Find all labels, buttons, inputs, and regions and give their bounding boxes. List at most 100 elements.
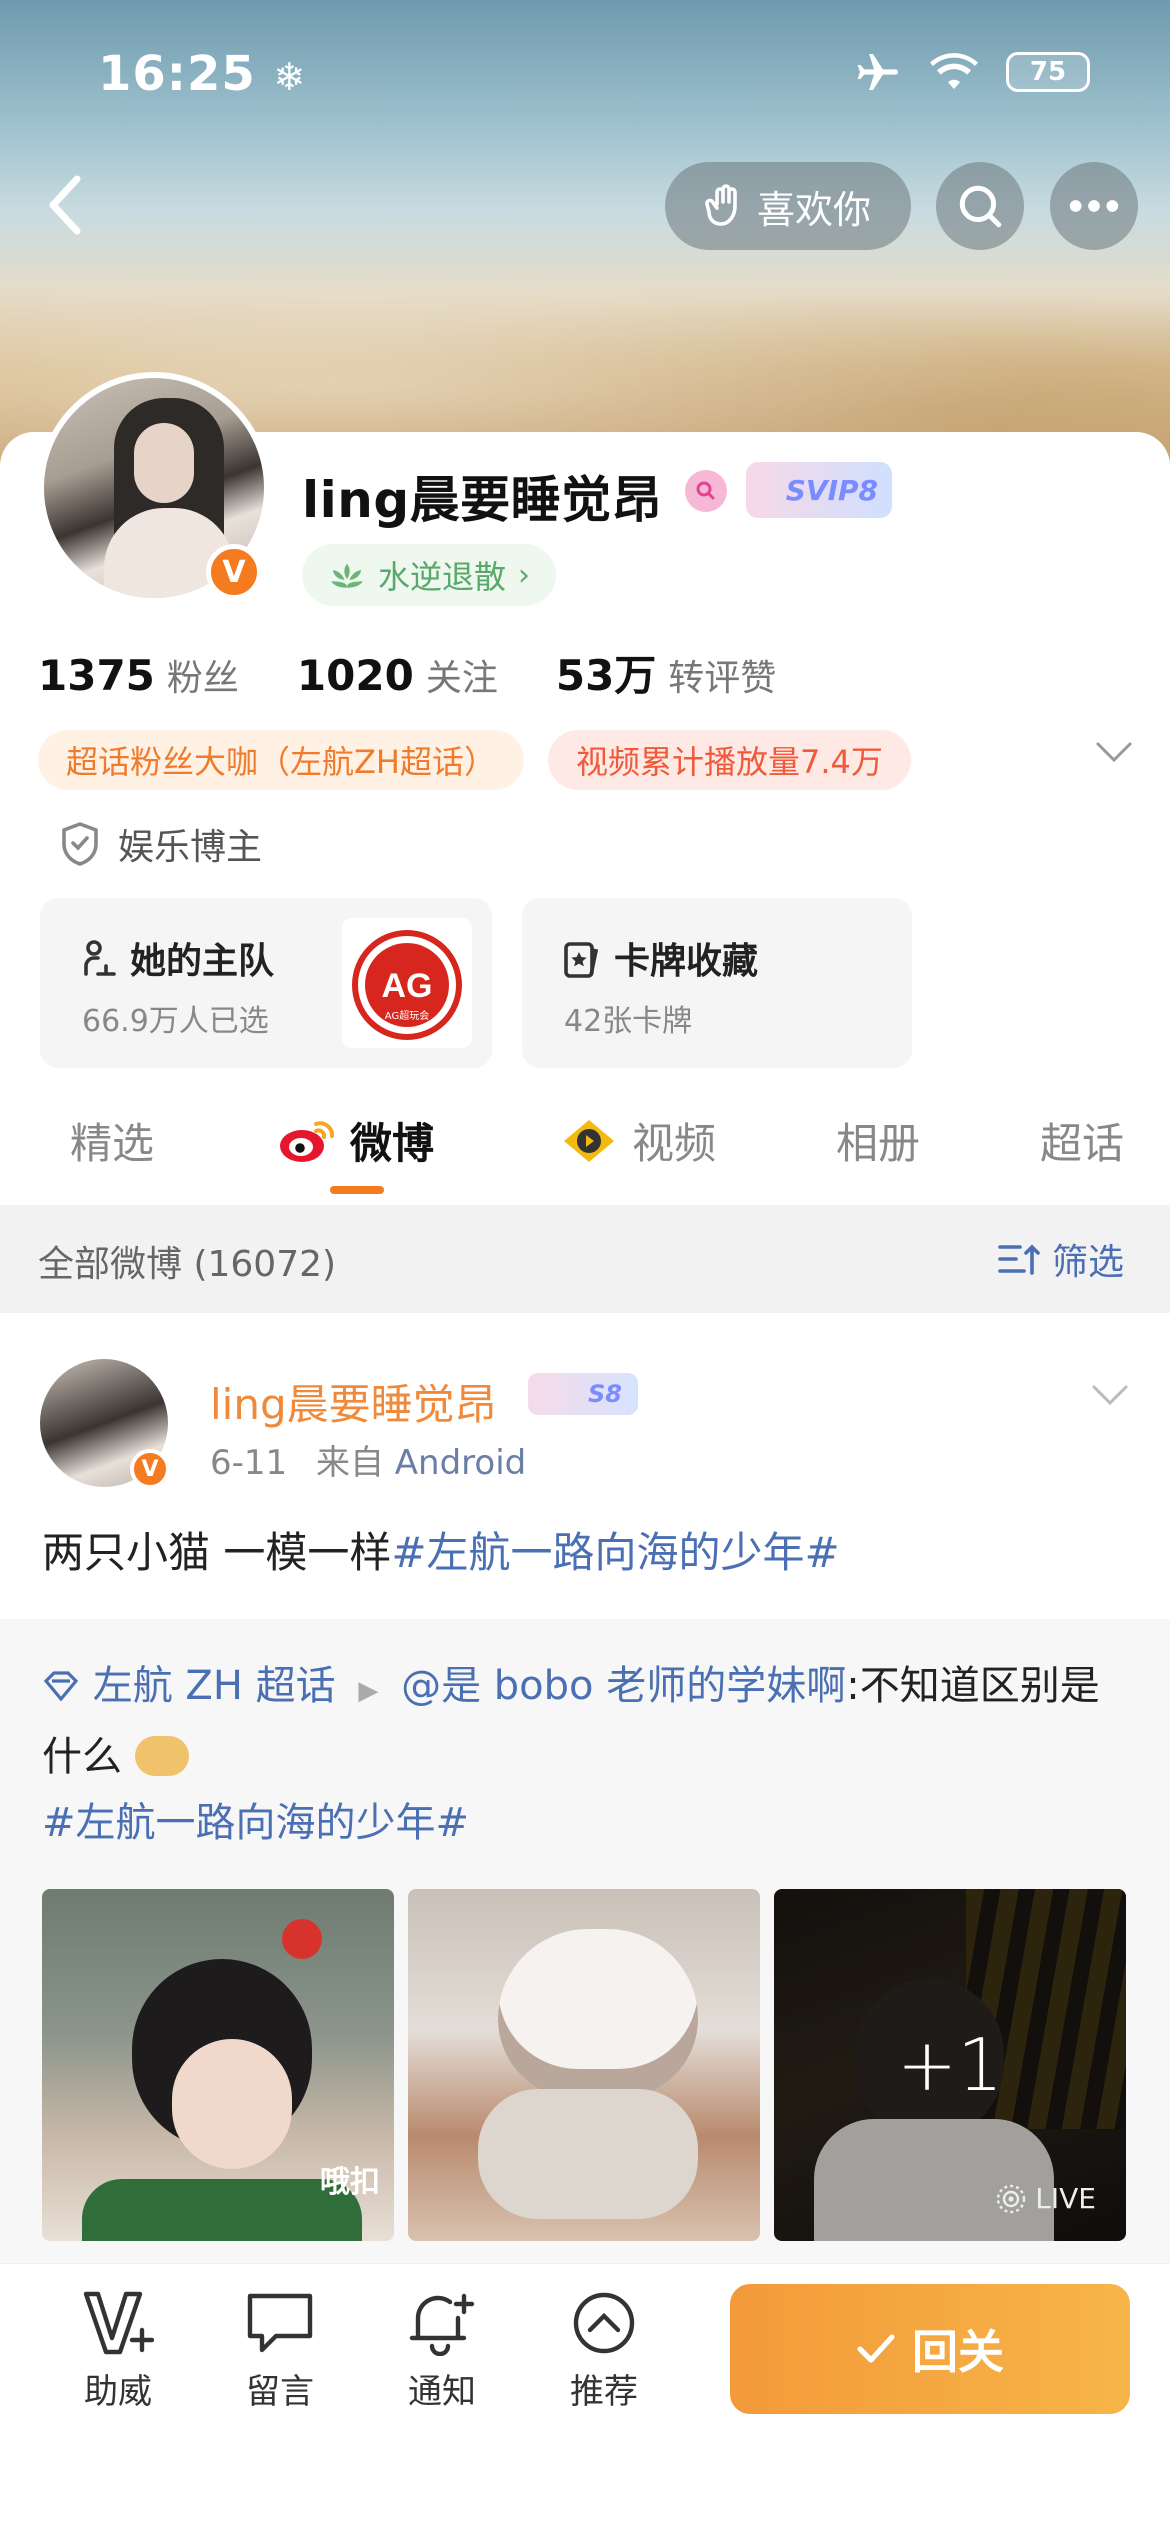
card-collection-title: 卡牌收藏 — [562, 932, 758, 984]
tab-weibo-label: 微博 — [350, 1119, 435, 1168]
live-photo-label: LIVE — [1035, 2182, 1096, 2215]
follow-back-label: 回关 — [912, 2325, 1004, 2379]
ag-logo-text: AG — [382, 967, 433, 1005]
live-photo-icon — [997, 2184, 1026, 2213]
more-button[interactable] — [1050, 162, 1138, 250]
card-collection-title-text: 卡牌收藏 — [614, 941, 759, 982]
bell-plus-icon — [409, 2293, 475, 2356]
active-tab-indicator — [330, 1186, 384, 1194]
home-team-sub: 66.9万人已选 — [82, 1004, 269, 1039]
tag-supertopic-fan[interactable]: 超话粉丝大咖（左航ZH超话） — [38, 730, 524, 790]
home-team-title: 她的主队 — [80, 932, 274, 984]
group-pill[interactable]: 水逆退散 › — [302, 544, 557, 606]
battery-indicator: 75 — [1006, 52, 1090, 92]
profile-tabs: 精选 微博 视频 相册 超话 — [0, 1090, 1170, 1200]
post-level-badge: S8 — [528, 1373, 638, 1415]
weibo-post[interactable]: V ling晨要睡觉昂 S8 6-11 来自 Android 两只小猫 一模一样… — [0, 1313, 1170, 2263]
tab-video[interactable]: 视频 — [560, 1110, 716, 1171]
tag-video-plays[interactable]: 视频累计播放量7.4万 — [548, 730, 911, 790]
stat-followers[interactable]: 1375 粉丝 — [38, 649, 239, 701]
recommend-button[interactable]: 推荐 — [544, 2290, 664, 2413]
tab-album-label: 相册 — [836, 1119, 921, 1168]
arrow-right-icon: ▶ — [358, 1676, 379, 1706]
image-thumbnail-boy-gesture[interactable]: 哦扣 — [42, 1889, 394, 2241]
wifi-icon — [930, 53, 978, 89]
tab-featured-label: 精选 — [70, 1119, 155, 1168]
search-button[interactable] — [936, 162, 1024, 250]
expand-tags-button[interactable] — [1094, 740, 1134, 768]
fan-badge-icon[interactable] — [685, 470, 727, 512]
image-thumbnail-live[interactable]: +1 LIVE — [774, 1889, 1126, 2241]
airplane-icon — [857, 54, 898, 90]
post-author-name[interactable]: ling晨要睡觉昂 — [210, 1371, 497, 1432]
stat-following-label: 关注 — [425, 658, 498, 699]
status-icons: 75 — [854, 52, 1090, 92]
repost-images: 哦扣 +1 LIVE — [42, 1889, 1126, 2241]
chevron-right-icon: › — [518, 557, 531, 593]
tab-weibo[interactable]: 微博 — [278, 1110, 434, 1171]
message-button[interactable]: 留言 — [220, 2290, 340, 2413]
home-team-card[interactable]: 她的主队 66.9万人已选 AG AG超玩会 — [40, 898, 492, 1068]
tab-supertopic-label: 超话 — [1040, 1119, 1125, 1168]
tab-featured[interactable]: 精选 — [70, 1110, 154, 1171]
chevron-down-icon — [1092, 1385, 1128, 1406]
clock-text: 16:25 — [98, 46, 256, 102]
group-label: 水逆退散 — [378, 558, 507, 596]
post-source-prefix: 来自 — [315, 1443, 384, 1483]
recommend-label: 推荐 — [570, 2372, 638, 2412]
thumb-figure-cap — [282, 1919, 322, 1959]
stat-following[interactable]: 1020 关注 — [297, 649, 498, 701]
post-text-body: 两只小猫 一模一样 — [42, 1528, 392, 1577]
post-meta: 6-11 来自 Android — [210, 1435, 526, 1484]
magnifier-badge-icon — [696, 481, 715, 500]
stat-interactions-num: 53万 — [555, 651, 657, 700]
shield-check-icon — [62, 822, 98, 866]
stat-interactions-label: 转评赞 — [668, 658, 777, 699]
lotus-icon — [331, 563, 363, 588]
card-collection-card[interactable]: 卡牌收藏 42张卡牌 — [522, 898, 912, 1068]
cheer-button[interactable]: 助威 — [58, 2290, 178, 2413]
tab-album[interactable]: 相册 — [836, 1110, 920, 1171]
filter-button[interactable]: 筛选 — [998, 1233, 1124, 1285]
repost-topic-link[interactable]: #左航一路向海的少年# — [42, 1800, 469, 1846]
video-play-icon — [564, 1119, 614, 1162]
post-menu-button[interactable] — [1090, 1383, 1130, 1411]
post-text: 两只小猫 一模一样#左航一路向海的少年# — [42, 1519, 840, 1580]
notify-label: 通知 — [408, 2372, 476, 2412]
follow-back-button[interactable]: 回关 — [730, 2284, 1130, 2414]
home-team-title-text: 她的主队 — [130, 941, 275, 982]
message-label: 留言 — [246, 2372, 314, 2412]
cheer-v-icon — [83, 2291, 154, 2355]
tab-supertopic[interactable]: 超话 — [1040, 1110, 1124, 1171]
like-you-button[interactable]: 喜欢你 — [665, 162, 911, 250]
status-bar: 16:25 ❄ 75 — [0, 0, 1170, 150]
more-dots-icon — [1069, 200, 1119, 212]
chevron-up-circle-icon — [573, 2292, 635, 2354]
reposted-content[interactable]: 左航 ZH 超话 ▶ @是 bobo 老师的学妹啊:不知道区别是什么 #左航一路… — [0, 1619, 1170, 2263]
stat-interactions[interactable]: 53万 转评赞 — [556, 642, 776, 703]
stat-following-num: 1020 — [296, 651, 414, 700]
svip-badge[interactable]: SVIP8 — [746, 462, 892, 518]
ag-logo-graphic: AG AG超玩会 — [352, 930, 462, 1040]
chevron-down-icon — [1096, 742, 1132, 763]
image-thumbnail-cat[interactable] — [408, 1889, 760, 2241]
post-count: 全部微博 (16072) — [38, 1244, 337, 1285]
stat-followers-num: 1375 — [38, 651, 155, 700]
ag-team-logo: AG AG超玩会 — [342, 918, 472, 1048]
post-source: Android — [394, 1443, 527, 1483]
stat-followers-label: 粉丝 — [166, 658, 239, 699]
repost-supertopic-link[interactable]: 左航 ZH 超话 — [93, 1663, 336, 1709]
profile-tags: 超话粉丝大咖（左航ZH超话） 视频累计播放量7.4万 — [38, 730, 911, 790]
message-bubble-icon — [247, 2293, 313, 2353]
post-verified-badge-icon: V — [130, 1449, 170, 1489]
cheer-label: 助威 — [84, 2372, 152, 2412]
post-topic-link[interactable]: #左航一路向海的少年# — [391, 1528, 839, 1577]
notify-button[interactable]: 通知 — [382, 2290, 502, 2413]
card-collection-icon — [564, 942, 599, 978]
profile-stats: 1375 粉丝 1020 关注 53万 转评赞 — [38, 642, 776, 703]
profile-username: ling晨要睡觉昂 — [302, 471, 663, 529]
supertopic-diamond-icon — [43, 1671, 79, 1702]
like-you-label: 喜欢你 — [756, 187, 871, 232]
back-button[interactable] — [30, 170, 100, 240]
repost-mention-link[interactable]: @是 bobo 老师的学妹啊 — [401, 1663, 846, 1709]
